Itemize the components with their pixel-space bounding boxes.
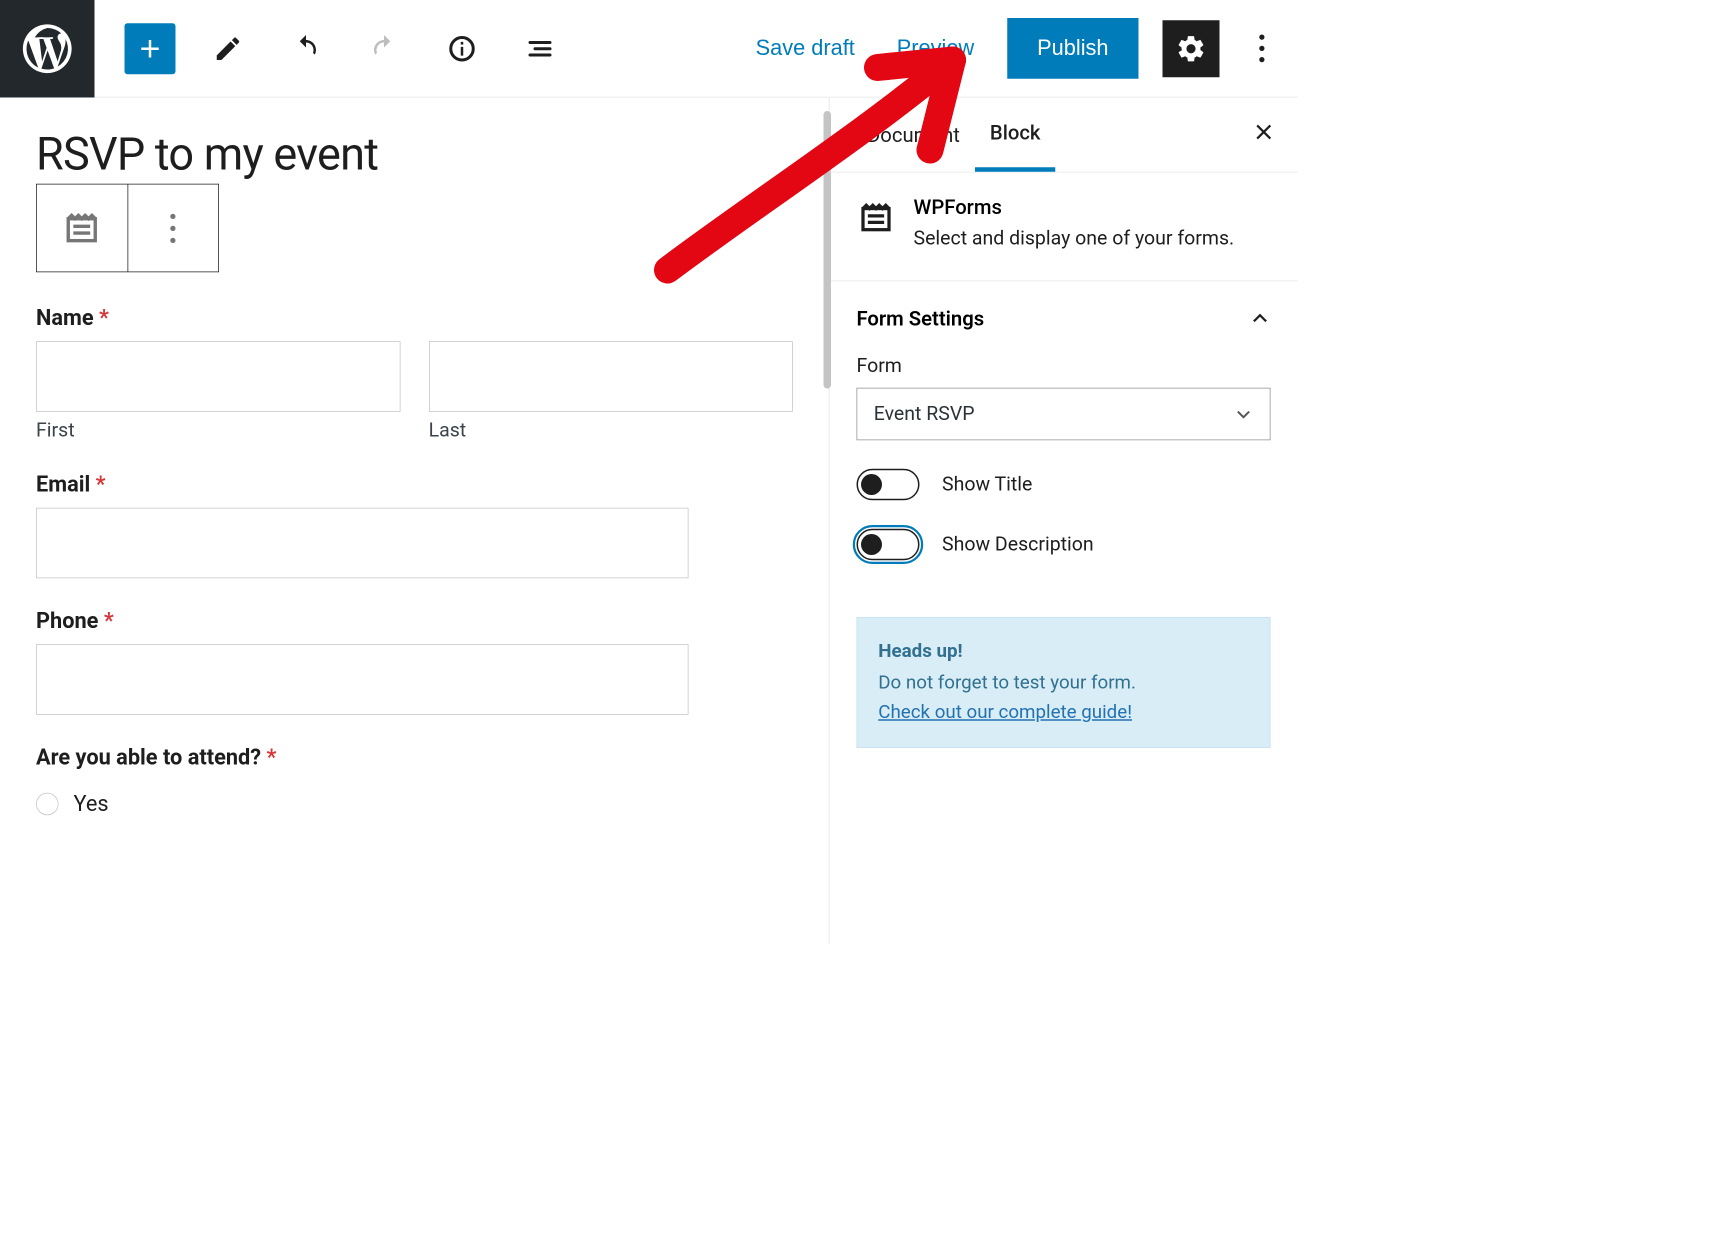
last-name-sublabel: Last <box>429 419 793 442</box>
last-name-input[interactable] <box>429 341 793 412</box>
close-sidebar-button[interactable] <box>1253 120 1276 150</box>
field-label: Email <box>36 472 90 498</box>
form-selected-value: Event RSVP <box>874 403 975 426</box>
required-asterisk: * <box>267 745 277 771</box>
toolbar-right-group: Save draft Preview Publish <box>747 18 1298 79</box>
section-heading: Form Settings <box>857 307 985 331</box>
close-icon <box>1253 120 1276 143</box>
notice-heading: Heads up! <box>878 637 1249 666</box>
undo-icon <box>291 33 321 63</box>
block-description: Select and display one of your forms. <box>914 225 1235 253</box>
heads-up-notice: Heads up! Do not forget to test your for… <box>857 617 1271 748</box>
gear-icon <box>1175 33 1207 65</box>
field-label: Name <box>36 305 94 331</box>
first-name-sublabel: First <box>36 419 400 442</box>
block-info: WPForms Select and display one of your f… <box>830 173 1298 282</box>
form-settings-toggle[interactable]: Form Settings <box>830 281 1298 340</box>
radio-icon <box>36 793 59 816</box>
form-settings-body: Form Event RSVP Show Title Show Descript… <box>830 340 1298 588</box>
field-attend: Are you able to attend? * Yes <box>36 745 793 817</box>
tab-block[interactable]: Block <box>975 98 1056 172</box>
radio-option[interactable]: Yes <box>36 791 793 817</box>
preview-button[interactable]: Preview <box>888 30 983 67</box>
field-phone: Phone * <box>36 608 793 715</box>
tab-document[interactable]: Document <box>852 98 975 172</box>
block-more-button[interactable] <box>127 185 218 272</box>
chevron-up-icon <box>1250 308 1271 329</box>
block-floating-toolbar <box>36 184 219 273</box>
outline-button[interactable] <box>515 23 566 74</box>
field-label: Are you able to attend? <box>36 745 261 771</box>
form-icon <box>62 208 103 249</box>
block-title: WPForms <box>914 195 1235 219</box>
field-name: Name * First Last <box>36 305 793 442</box>
form-label: Form <box>857 355 1271 378</box>
chevron-down-icon <box>1234 404 1254 424</box>
form-select[interactable]: Event RSVP <box>857 388 1271 441</box>
show-title-toggle[interactable] <box>857 469 920 501</box>
vertical-dots-icon <box>170 213 175 242</box>
show-description-toggle[interactable] <box>857 529 920 561</box>
edit-button[interactable] <box>203 23 254 74</box>
publish-button[interactable]: Publish <box>1007 18 1138 79</box>
toolbar-left-group <box>125 23 566 74</box>
field-email: Email * <box>36 472 793 579</box>
toggle-label: Show Description <box>942 533 1094 556</box>
editor-canvas: RSVP to my event Name * <box>0 98 829 944</box>
toggle-label: Show Title <box>942 473 1032 496</box>
required-asterisk: * <box>99 305 109 331</box>
page-title[interactable]: RSVP to my event <box>36 128 793 181</box>
outline-icon <box>525 33 555 63</box>
info-button[interactable] <box>437 23 488 74</box>
block-type-button[interactable] <box>37 185 127 272</box>
redo-button[interactable] <box>359 23 410 74</box>
editor-toolbar: Save draft Preview Publish <box>0 0 1298 98</box>
wordpress-icon <box>18 19 77 78</box>
settings-button[interactable] <box>1163 20 1220 77</box>
notice-guide-link[interactable]: Check out our complete guide! <box>878 701 1132 723</box>
plus-icon <box>135 33 165 63</box>
required-asterisk: * <box>104 608 114 634</box>
required-asterisk: * <box>96 472 106 498</box>
more-options-button[interactable] <box>1244 20 1280 77</box>
add-block-button[interactable] <box>125 23 176 74</box>
sidebar-tabs: Document Block <box>830 98 1298 173</box>
show-title-toggle-row: Show Title <box>857 469 1271 501</box>
wordpress-logo[interactable] <box>0 0 95 97</box>
email-input[interactable] <box>36 508 689 579</box>
info-icon <box>447 33 477 63</box>
settings-sidebar: Document Block WPForms Select and displa… <box>829 98 1298 944</box>
form-icon <box>857 198 896 237</box>
field-label: Phone <box>36 608 98 634</box>
show-description-toggle-row: Show Description <box>857 529 1271 561</box>
save-draft-button[interactable]: Save draft <box>747 30 864 67</box>
vertical-dots-icon <box>1259 35 1264 63</box>
first-name-input[interactable] <box>36 341 400 412</box>
undo-button[interactable] <box>281 23 332 74</box>
pencil-icon <box>213 33 243 63</box>
redo-icon <box>369 33 399 63</box>
notice-body-text: Do not forget to test your form. <box>878 672 1136 694</box>
radio-label: Yes <box>74 791 109 817</box>
phone-input[interactable] <box>36 644 689 715</box>
